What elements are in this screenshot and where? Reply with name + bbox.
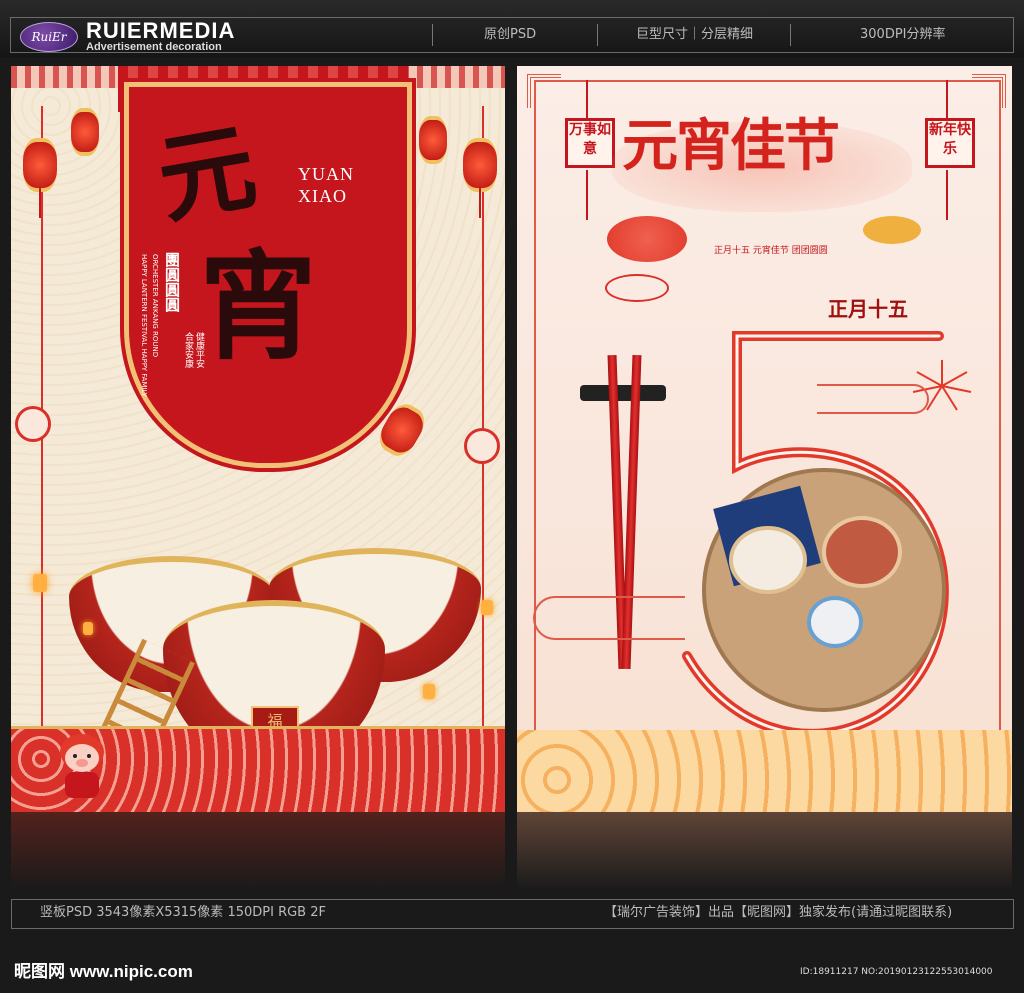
small-bowl bbox=[807, 596, 863, 648]
left-poster: 元 宵 YUAN XIAO HAPPY LANTERN FESTIVAL HAP… bbox=[11, 66, 505, 812]
sky-lantern-icon bbox=[423, 684, 435, 699]
seal-right: 新年快乐 bbox=[925, 118, 975, 168]
pig-mascot-icon bbox=[60, 734, 104, 798]
divider bbox=[597, 24, 598, 46]
golden-cloud-icon bbox=[863, 216, 921, 244]
sky-lantern-icon bbox=[33, 574, 47, 592]
vertical-chinese-2: 合家安康 bbox=[183, 332, 193, 368]
auspicious-cloud-icon bbox=[605, 274, 669, 302]
charm-icon bbox=[15, 406, 51, 442]
cloud-line-ornament bbox=[817, 384, 929, 414]
credit-text: 【瑞尔广告装饰】出品【昵图网】独家发布(请通过昵图联系) bbox=[604, 905, 953, 920]
spec-text: 竖板PSD 3543像素X5315像素 150DPI RGB 2F bbox=[40, 905, 326, 920]
corner-ornament bbox=[527, 74, 561, 108]
brand-tagline: Advertisement decoration bbox=[86, 41, 222, 53]
divider bbox=[432, 24, 433, 46]
header-item-original-psd: 原创PSD bbox=[484, 27, 537, 42]
tassel bbox=[946, 170, 948, 220]
seal-string bbox=[946, 80, 948, 120]
red-bean-bowl bbox=[822, 516, 902, 588]
nipic-watermark: 昵图网 www.nipic.com bbox=[14, 962, 193, 981]
right-pole bbox=[482, 106, 484, 726]
vertical-english-2: ORCHESTER ANKANG ROUND bbox=[151, 254, 159, 358]
english-yuan: YUAN bbox=[298, 164, 354, 184]
lantern-icon bbox=[23, 138, 57, 192]
divider bbox=[790, 24, 791, 46]
tassel bbox=[586, 170, 588, 220]
corner-ornament bbox=[972, 74, 1006, 108]
image-id: ID:18911217 NO:20190123122553014000 bbox=[800, 967, 993, 977]
tassel bbox=[39, 188, 41, 218]
festival-title: 元宵佳节 bbox=[622, 113, 840, 179]
red-lantern-cluster-icon bbox=[607, 216, 687, 262]
vertical-chinese-1: 團圓圓圓 bbox=[163, 252, 181, 312]
vertical-chinese-3: 健康平安 bbox=[194, 332, 204, 368]
golden-cloud-pattern bbox=[517, 730, 1012, 812]
vertical-english-1: HAPPY LANTERN FESTIVAL HAPPY FAMILY bbox=[140, 254, 148, 397]
header-item-resolution: 300DPI分辨率 bbox=[860, 27, 946, 42]
date-label: 正月十五 bbox=[828, 297, 908, 321]
lantern-icon bbox=[419, 116, 447, 164]
tangyuan-plate bbox=[729, 526, 807, 594]
left-poster-reflection bbox=[11, 812, 505, 890]
lantern-icon bbox=[71, 108, 99, 156]
brand-name: RUIERMEDIA bbox=[86, 18, 236, 43]
lantern-icon bbox=[463, 138, 497, 192]
sky-lantern-icon bbox=[83, 622, 93, 635]
seal-string bbox=[586, 80, 588, 120]
english-xiao: XIAO bbox=[298, 186, 347, 206]
cloud-line-ornament bbox=[533, 596, 685, 640]
tassel bbox=[479, 188, 481, 218]
seal-left: 万事如意 bbox=[565, 118, 615, 168]
right-poster: 万事如意 新年快乐 元宵佳节 正月十五 元宵佳节 团团圆圆 正月十五 bbox=[517, 66, 1012, 812]
header-item-size: 巨型尺寸｜分层精细 bbox=[636, 27, 754, 42]
charm-icon bbox=[464, 428, 500, 464]
calligraphy-yuan: 元 bbox=[149, 109, 264, 238]
right-poster-reflection bbox=[517, 812, 1012, 890]
chopstick-rest bbox=[580, 385, 666, 401]
brand-logo: RuiEr bbox=[20, 22, 78, 52]
sky-lantern-icon bbox=[481, 600, 493, 615]
festival-subtitle: 正月十五 元宵佳节 团团圆圆 bbox=[714, 246, 828, 256]
calligraphy-xiao: 宵 bbox=[199, 237, 318, 376]
